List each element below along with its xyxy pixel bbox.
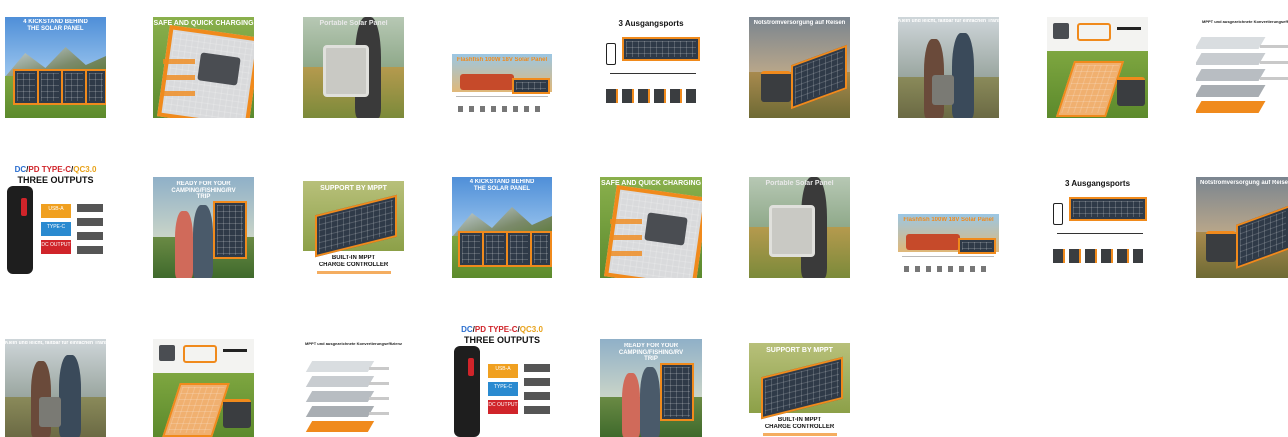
thumbnail-support-mppt[interactable]: SUPPORT BY MPPT BUILT-IN MPPT CHARGE CON…: [749, 343, 850, 437]
thumbnail-caption-2: THREE OUTPUTS: [463, 336, 540, 345]
pd-label: PD TYPE-C: [28, 166, 72, 174]
thumbnail-caption-3: CHARGE CONTROLLER: [318, 262, 389, 268]
thumbnail-grass-panel[interactable]: [1047, 17, 1148, 118]
thumbnail-caption: 3 Ausgangsports: [1064, 180, 1131, 188]
thumbnail-ausgangsports[interactable]: 3 Ausgangsports: [600, 17, 702, 118]
thumbnail-notstrom[interactable]: Notstromversorgung auf Reisen: [749, 17, 850, 118]
thumbnail-three-outputs[interactable]: DC/PD TYPE-C/QC3.0 THREE OUTPUTS USB-A T…: [452, 324, 552, 437]
thumbnail-caption: 3 Ausgangsports: [618, 20, 684, 28]
thumbnail-caption: Notstromversorgung auf Reisen: [1200, 180, 1288, 186]
thumbnail-flashfish[interactable]: Flashfish 100W 18V Solar Panel: [898, 214, 999, 278]
thumbnail-caption: READY FOR YOUR CAMPING/FISHING/RV TRIP: [171, 181, 236, 201]
pd-label: PD TYPE-C: [474, 326, 518, 334]
qc-label: QC3.0: [519, 326, 543, 334]
thumbnail-klein-leicht[interactable]: Klein und leicht, faltbar für einfachen …: [5, 339, 106, 437]
thumbnail-caption: Flashfish 100W 18V Solar Panel: [903, 217, 994, 223]
usb-a-badge: USB-A: [488, 364, 518, 378]
thumbnail-caption: Flashfish 100W 18V Solar Panel: [456, 57, 548, 63]
thumbnail-caption: 4 KICKSTAND BEHIND THE SOLAR PANEL: [469, 179, 535, 192]
dc-label: DC: [14, 166, 27, 174]
type-c-badge: TYPE-C: [41, 222, 71, 236]
thumbnail-caption: SUPPORT BY MPPT: [320, 185, 387, 192]
thumbnail-kickstand[interactable]: 4 KICKSTAND BEHIND THE SOLAR PANEL: [5, 17, 106, 118]
dc-label: DC: [461, 326, 473, 334]
thumbnail-caption: SUPPORT BY MPPT: [766, 347, 833, 354]
thumbnail-caption-2: BUILT-IN MPPT: [777, 417, 822, 423]
thumbnail-grass-panel[interactable]: [153, 339, 254, 437]
thumbnail-mppt-layers[interactable]: MPPT und ausgezeichnete Konvertierungsef…: [1196, 17, 1288, 118]
thumbnail-caption: Portable Solar Panel: [765, 180, 834, 187]
usb-a-badge: USB-A: [41, 204, 71, 218]
thumbnail-caption: Klein und leicht, faltbar für einfachen …: [5, 341, 106, 346]
thumbnail-caption: MPPT und ausgezeichnete Konvertierungsef…: [305, 342, 402, 346]
thumbnail-caption: 4 KICKSTAND BEHIND THE SOLAR PANEL: [23, 19, 88, 32]
thumbnail-kickstand[interactable]: 4 KICKSTAND BEHIND THE SOLAR PANEL: [452, 177, 552, 278]
thumbnail-safe-charging[interactable]: SAFE AND QUICK CHARGING: [600, 177, 702, 278]
thumbnail-caption: SAFE AND QUICK CHARGING: [153, 20, 254, 27]
qc-label: QC3.0: [73, 166, 97, 174]
thumbnail-caption-2: THREE OUTPUTS: [17, 176, 94, 185]
thumbnail-caption-3: CHARGE CONTROLLER: [764, 424, 835, 430]
thumbnail-camping-trip[interactable]: READY FOR YOUR CAMPING/FISHING/RV TRIP: [600, 339, 702, 437]
thumbnail-three-outputs[interactable]: DC/PD TYPE-C/QC3.0 THREE OUTPUTS USB-A T…: [5, 164, 106, 277]
type-c-badge: TYPE-C: [488, 382, 518, 396]
thumbnail-caption-2: BUILT-IN MPPT: [331, 255, 376, 261]
thumbnail-caption: Klein und leicht, faltbar für einfachen …: [898, 19, 999, 24]
thumbnail-caption: DC/PD TYPE-C/QC3.0: [14, 166, 97, 174]
thumbnail-support-mppt[interactable]: SUPPORT BY MPPT BUILT-IN MPPT CHARGE CON…: [303, 181, 404, 277]
thumbnail-caption: Notstromversorgung auf Reisen: [753, 20, 846, 26]
thumbnail-caption: READY FOR YOUR CAMPING/FISHING/RV TRIP: [618, 343, 684, 363]
thumbnail-caption: DC/PD TYPE-C/QC3.0: [461, 326, 543, 334]
thumbnail-klein-leicht[interactable]: Klein und leicht, faltbar für einfachen …: [898, 17, 999, 118]
thumbnail-caption: MPPT und ausgezeichnete Konvertierungsef…: [1202, 20, 1288, 24]
dc-output-badge: DC OUTPUT: [41, 240, 71, 254]
thumbnail-ausgangsports[interactable]: 3 Ausgangsports: [1047, 177, 1148, 278]
thumbnail-caption: Portable Solar Panel: [319, 20, 388, 27]
thumbnail-camping-trip[interactable]: READY FOR YOUR CAMPING/FISHING/RV TRIP: [153, 177, 254, 278]
dc-output-badge: DC OUTPUT: [488, 400, 518, 414]
thumbnail-mppt-layers[interactable]: MPPT und ausgezeichnete Konvertierungsef…: [303, 339, 404, 437]
thumbnail-portable-panel[interactable]: Portable Solar Panel: [303, 17, 404, 118]
thumbnail-flashfish[interactable]: Flashfish 100W 18V Solar Panel: [452, 54, 552, 120]
thumbnail-notstrom[interactable]: Notstromversorgung auf Reisen: [1196, 177, 1288, 278]
image-gallery-grid: 4 KICKSTAND BEHIND THE SOLAR PANEL SAFE …: [0, 0, 1288, 437]
thumbnail-safe-charging[interactable]: SAFE AND QUICK CHARGING: [153, 17, 254, 118]
thumbnail-caption: SAFE AND QUICK CHARGING: [600, 180, 702, 187]
thumbnail-portable-panel[interactable]: Portable Solar Panel: [749, 177, 850, 278]
